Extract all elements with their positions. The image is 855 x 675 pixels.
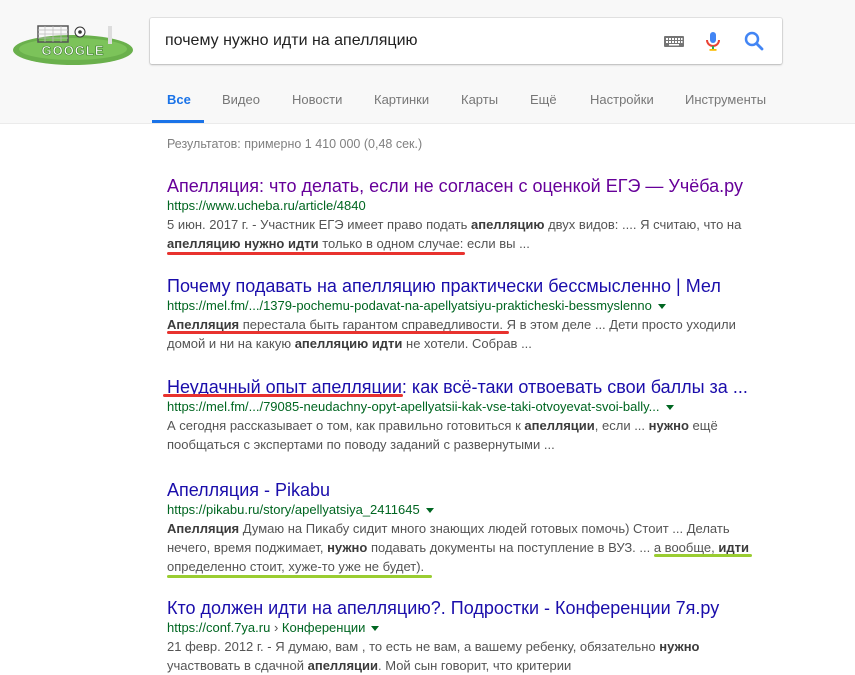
result-url: https://www.ucheba.ru/article/4840 xyxy=(167,198,366,213)
svg-text:GOOGLE: GOOGLE xyxy=(41,43,104,58)
search-tabs: Все Видео Новости Картинки Карты Ещё Нас… xyxy=(0,82,855,123)
result-url: https://conf.7ya.ru › Конференции xyxy=(167,619,767,637)
search-box xyxy=(150,18,782,64)
red-underline-annotation xyxy=(167,252,465,255)
result-title-link[interactable]: Апелляция: что делать, если не согласен … xyxy=(167,175,767,197)
tab-images[interactable]: Картинки xyxy=(374,92,429,107)
green-underline-annotation xyxy=(167,575,432,578)
search-result: Неудачный опыт апелляции: как всё-таки о… xyxy=(167,376,767,454)
tab-video[interactable]: Видео xyxy=(222,92,260,107)
tab-settings[interactable]: Настройки xyxy=(590,92,654,107)
search-result: Кто должен идти на апелляцию?. Подростки… xyxy=(167,597,767,675)
result-snippet: Апелляция перестала быть гарантом справе… xyxy=(167,317,736,351)
google-doodle-logo[interactable]: GOOGLE xyxy=(12,22,134,66)
active-tab-indicator xyxy=(152,120,204,123)
tab-news[interactable]: Новости xyxy=(292,92,342,107)
result-snippet: 5 июн. 2017 г. - Участник ЕГЭ имеет прав… xyxy=(167,217,742,251)
search-input[interactable] xyxy=(165,18,645,64)
url-dropdown-caret[interactable] xyxy=(371,626,380,632)
result-url: https://mel.fm/.../79085-neudachny-opyt-… xyxy=(167,398,767,416)
result-url: https://pikabu.ru/story/apellyatsiya_241… xyxy=(167,501,767,519)
red-underline-annotation xyxy=(167,331,509,334)
tab-maps[interactable]: Карты xyxy=(461,92,498,107)
result-title-link[interactable]: Кто должен идти на апелляцию?. Подростки… xyxy=(167,597,767,619)
result-title-link[interactable]: Апелляция - Pikabu xyxy=(167,479,767,501)
tab-all[interactable]: Все xyxy=(167,92,191,107)
results-stats: Результатов: примерно 1 410 000 (0,48 се… xyxy=(167,137,423,151)
url-dropdown-caret[interactable] xyxy=(665,405,674,411)
result-snippet: Апелляция Думаю на Пикабу сидит много зн… xyxy=(167,521,749,574)
tab-tools[interactable]: Инструменты xyxy=(685,92,766,107)
search-result: Апелляция: что делать, если не согласен … xyxy=(167,175,767,253)
tab-more[interactable]: Ещё xyxy=(530,92,557,107)
result-snippet: 21 февр. 2012 г. - Я думаю, вам , то ест… xyxy=(167,639,700,673)
search-result: Почему подавать на апелляцию практически… xyxy=(167,275,767,353)
keyboard-icon[interactable] xyxy=(662,29,686,53)
url-dropdown-caret[interactable] xyxy=(425,508,434,514)
green-underline-annotation xyxy=(654,554,752,557)
search-result: Апелляция - Pikabu https://pikabu.ru/sto… xyxy=(167,479,767,576)
result-url: https://mel.fm/.../1379-pochemu-podavat-… xyxy=(167,297,767,315)
result-snippet: А сегодня рассказывает о том, как правил… xyxy=(167,418,718,452)
header: GOOGLE почему нужно идти на апелляцию Вс… xyxy=(0,0,855,124)
mic-icon[interactable] xyxy=(701,29,725,53)
search-icon[interactable] xyxy=(742,29,766,53)
result-title-link[interactable]: Почему подавать на апелляцию практически… xyxy=(167,275,767,297)
red-underline-annotation xyxy=(163,394,403,397)
url-dropdown-caret[interactable] xyxy=(657,304,666,310)
